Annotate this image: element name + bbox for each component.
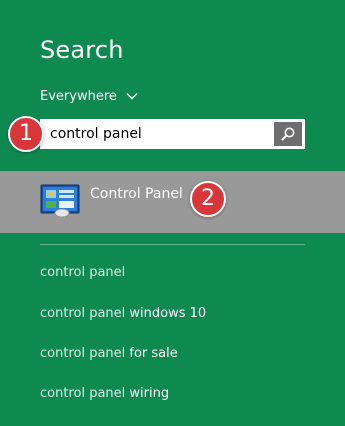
divider <box>40 244 305 245</box>
step-badge-2: 2 <box>190 181 226 217</box>
control-panel-icon <box>40 184 80 218</box>
search-button[interactable] <box>274 122 302 146</box>
suggestion-suffix: wiring <box>129 386 170 401</box>
suggestion-item[interactable]: control panel windows 10 <box>40 306 206 321</box>
suggestion-prefix: control panel <box>40 346 126 361</box>
suggestion-suffix: windows 10 <box>129 306 207 321</box>
suggestion-prefix: control panel <box>40 386 126 401</box>
scope-dropdown[interactable]: Everywhere <box>40 87 138 105</box>
suggestion-item[interactable]: control panel wiring <box>40 386 169 401</box>
step-badge-1: 1 <box>8 116 44 152</box>
result-control-panel[interactable]: Control Panel <box>0 171 345 233</box>
chevron-down-icon <box>126 93 138 100</box>
search-box <box>40 119 305 149</box>
suggestion-prefix: control panel <box>40 265 126 280</box>
suggestion-prefix: control panel <box>40 306 126 321</box>
suggestion-item[interactable]: control panel for sale <box>40 346 178 361</box>
result-label: Control Panel <box>90 186 183 202</box>
suggestion-item[interactable]: control panel <box>40 265 125 280</box>
scope-label: Everywhere <box>40 88 117 104</box>
magnifier-icon <box>281 127 295 141</box>
suggestion-suffix: for sale <box>129 346 178 361</box>
search-title: Search <box>40 36 124 64</box>
search-input[interactable] <box>40 119 273 149</box>
